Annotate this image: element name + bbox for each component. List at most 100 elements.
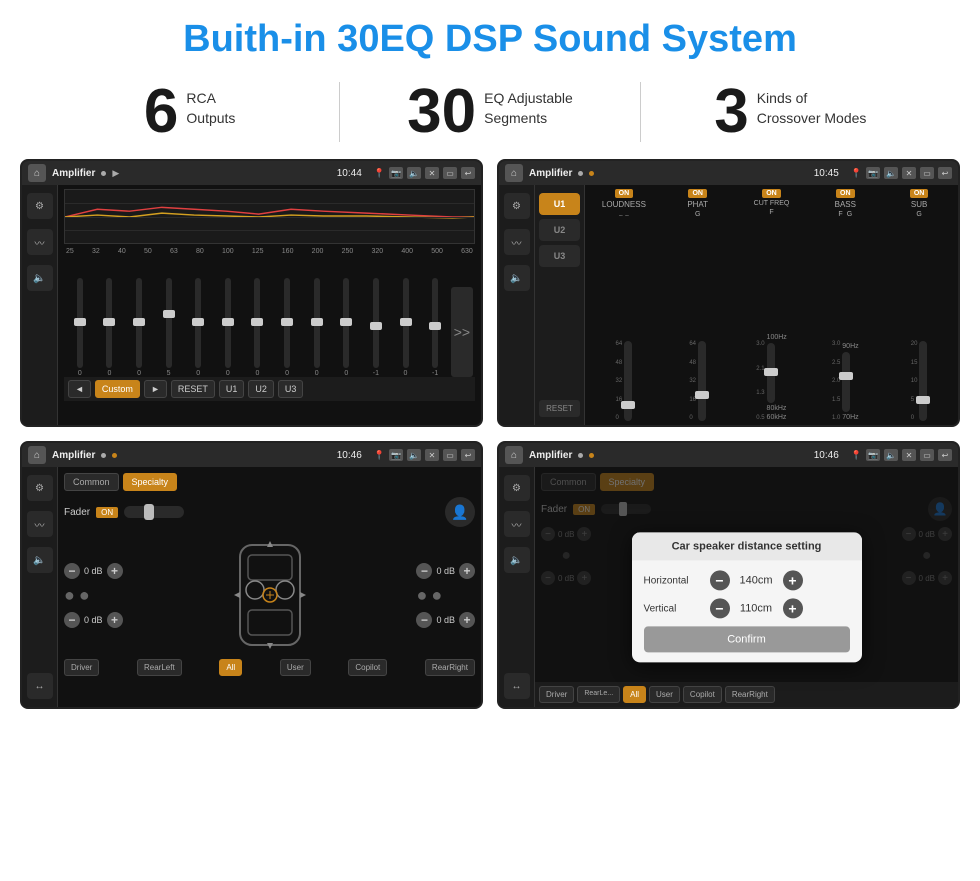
dialog-box: Car speaker distance setting Horizontal … (632, 532, 862, 662)
fader-app-name: Amplifier (52, 450, 95, 461)
fader-h-slider[interactable] (124, 506, 184, 518)
fader-wave-btn[interactable]: 〰 (27, 511, 53, 537)
eq-slider-7[interactable]: 0 (273, 278, 301, 377)
eq-slider-3[interactable]: 5 (155, 278, 183, 377)
amp2-filter-btn[interactable]: ⚙ (504, 193, 530, 219)
confirm-button[interactable]: Confirm (644, 626, 850, 652)
eq-slider-0[interactable]: 0 (66, 278, 94, 377)
amp-label-loudness: LOUDNESS (602, 200, 646, 209)
eq-u3-btn[interactable]: U3 (278, 380, 304, 398)
horizontal-minus[interactable]: − (710, 570, 730, 590)
amp-fader-bass[interactable] (842, 352, 850, 412)
amp-u3-btn[interactable]: U3 (539, 245, 580, 267)
dialog-btn-driver[interactable]: Driver (539, 686, 574, 703)
freq-label-14: 630 (461, 248, 473, 255)
freq-label-6: 100 (222, 248, 234, 255)
dialog-btn-user[interactable]: User (649, 686, 680, 703)
amp-on-sub[interactable]: ON (910, 189, 929, 198)
amp-reset-btn[interactable]: RESET (539, 400, 580, 417)
vertical-plus[interactable]: + (783, 598, 803, 618)
fader-home-icon[interactable]: ⌂ (28, 446, 46, 464)
fader-expand-btn[interactable]: ↔ (27, 673, 53, 699)
eq-play-btn[interactable]: ► (144, 380, 167, 398)
btn-copilot[interactable]: Copilot (348, 659, 387, 676)
amp2-wave-btn[interactable]: 〰 (504, 229, 530, 255)
eq-vol-btn[interactable]: 🔈 (27, 265, 53, 291)
amp-content: ⚙ 〰 🔈 U1 U2 U3 RESET ON LOUDNESS ~ ~ (499, 185, 958, 425)
eq-app-name: Amplifier (52, 168, 95, 179)
home-icon[interactable]: ⌂ (28, 164, 46, 182)
dialog-wave-btn[interactable]: 〰 (504, 511, 530, 537)
vol-fl-plus[interactable]: + (107, 563, 123, 579)
eq-u2-btn[interactable]: U2 (248, 380, 274, 398)
eq-slider-4[interactable]: 0 (184, 278, 212, 377)
vol-fr-plus[interactable]: + (459, 563, 475, 579)
eq-slider-2[interactable]: 0 (125, 278, 153, 377)
vol-rr-minus[interactable]: − (416, 612, 432, 628)
freq-label-2: 40 (118, 248, 126, 255)
horizontal-plus[interactable]: + (783, 570, 803, 590)
amp-home-icon[interactable]: ⌂ (505, 164, 523, 182)
eq-custom-btn[interactable]: Custom (95, 380, 140, 398)
btn-user[interactable]: User (280, 659, 311, 676)
dialog-btn-copilot[interactable]: Copilot (683, 686, 722, 703)
eq-filter-btn[interactable]: ⚙ (27, 193, 53, 219)
eq-slider-9[interactable]: 0 (332, 278, 360, 377)
vol-rr-plus[interactable]: + (459, 612, 475, 628)
dialog-btn-rearleft[interactable]: RearLe... (577, 686, 620, 703)
amp-fader-loudness[interactable] (624, 341, 632, 421)
amp-fader-phat[interactable] (698, 341, 706, 421)
vol-fl-minus[interactable]: − (64, 563, 80, 579)
dialog-btn-rearright[interactable]: RearRight (725, 686, 775, 703)
eq-slider-5[interactable]: 0 (214, 278, 242, 377)
amp-camera-icon: 📷 (866, 167, 880, 179)
dialog-btn-all[interactable]: All (623, 686, 646, 703)
fader-avatar[interactable]: 👤 (445, 497, 475, 527)
amp-channel-sub: ON SUB G 20 15 10 5 0 (884, 189, 954, 421)
vertical-minus[interactable]: − (710, 598, 730, 618)
eq-slider-10[interactable]: -1 (362, 278, 390, 377)
amp-on-phat[interactable]: ON (688, 189, 707, 198)
freq-label-3: 50 (144, 248, 152, 255)
eq-slider-8[interactable]: 0 (303, 278, 331, 377)
fader-on-badge[interactable]: ON (96, 507, 118, 518)
fader-filter-btn[interactable]: ⚙ (27, 475, 53, 501)
vol-rl-minus[interactable]: − (64, 612, 80, 628)
tab-specialty[interactable]: Specialty (123, 473, 178, 491)
btn-rearleft[interactable]: RearLeft (137, 659, 182, 676)
eq-expand-btn[interactable]: >> (451, 287, 473, 377)
dialog-vol-btn[interactable]: 🔈 (504, 547, 530, 573)
vol-row-fl: − 0 dB + (64, 563, 123, 579)
eq-u1-btn[interactable]: U1 (219, 380, 245, 398)
amp-on-bass[interactable]: ON (836, 189, 855, 198)
eq-slider-6[interactable]: 0 (244, 278, 272, 377)
dialog-bg-tab-specialty: Specialty (600, 473, 655, 491)
amp-u1-btn[interactable]: U1 (539, 193, 580, 215)
dialog-expand-btn[interactable]: ↔ (504, 673, 530, 699)
amp-fader-sub[interactable] (919, 341, 927, 421)
amp-time: 10:45 (814, 168, 839, 179)
amp-fader-cutfreq[interactable] (767, 343, 775, 403)
eq-slider-12[interactable]: -1 (421, 278, 449, 377)
eq-reset-btn[interactable]: RESET (171, 380, 215, 398)
amp2-vol-btn[interactable]: 🔈 (504, 265, 530, 291)
vol-rl-plus[interactable]: + (107, 612, 123, 628)
eq-wave-btn[interactable]: 〰 (27, 229, 53, 255)
eq-slider-1[interactable]: 0 (96, 278, 124, 377)
btn-driver[interactable]: Driver (64, 659, 99, 676)
vol-fr-minus[interactable]: − (416, 563, 432, 579)
amp-on-loudness[interactable]: ON (615, 189, 634, 198)
tab-common[interactable]: Common (64, 473, 119, 491)
btn-rearright[interactable]: RearRight (425, 659, 475, 676)
dialog-status-bar: ⌂ Amplifier 10:46 📍 📷 🔈 ✕ ▭ ↩ (499, 443, 958, 467)
amp-dot2 (589, 171, 594, 176)
eq-slider-11[interactable]: 0 (392, 278, 420, 377)
btn-all[interactable]: All (219, 659, 242, 676)
amp-u2-btn[interactable]: U2 (539, 219, 580, 241)
amp-status-bar: ⌂ Amplifier 10:45 📍 📷 🔈 ✕ ▭ ↩ (499, 161, 958, 185)
dialog-filter-btn[interactable]: ⚙ (504, 475, 530, 501)
fader-vol-btn[interactable]: 🔈 (27, 547, 53, 573)
amp-on-cutfreq[interactable]: ON (762, 189, 781, 198)
eq-prev-btn[interactable]: ◄ (68, 380, 91, 398)
dialog-home-icon[interactable]: ⌂ (505, 446, 523, 464)
